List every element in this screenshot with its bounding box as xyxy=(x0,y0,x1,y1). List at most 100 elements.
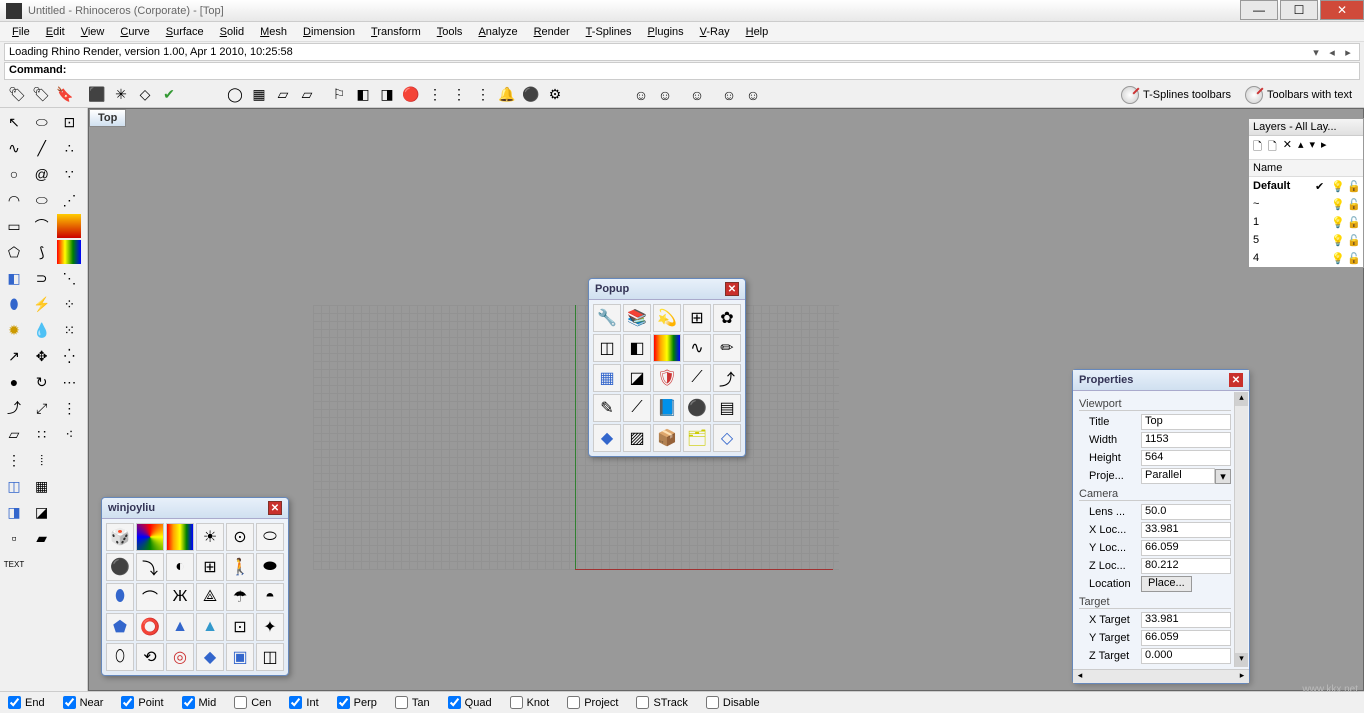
sel-icon[interactable]: ⊡ xyxy=(57,110,81,134)
wj-btn-9[interactable]: ◐ xyxy=(166,553,194,581)
popup-btn-12[interactable]: ◪ xyxy=(623,364,651,392)
ball-icon[interactable]: ⚫ xyxy=(520,84,542,106)
osnap-near[interactable]: Near xyxy=(63,696,104,709)
osnap-project[interactable]: Project xyxy=(567,696,618,709)
menu-solid[interactable]: Solid xyxy=(212,24,252,40)
wj-btn-4[interactable]: ☀ xyxy=(196,523,224,551)
plane2-icon[interactable]: ▱ xyxy=(296,84,318,106)
hscroll-left-icon[interactable]: ◂ xyxy=(1073,670,1087,683)
wj-btn-27[interactable]: ◎ xyxy=(166,643,194,671)
popup-btn-10[interactable]: ✏ xyxy=(713,334,741,362)
menu-plugins[interactable]: Plugins xyxy=(640,24,692,40)
popup-btn-5[interactable]: ✿ xyxy=(713,304,741,332)
solid2-icon[interactable]: ◪ xyxy=(30,500,54,524)
group3-icon[interactable]: ⋮ xyxy=(472,84,494,106)
text-icon[interactable]: TEXT xyxy=(2,552,26,576)
circle-icon[interactable]: ◯ xyxy=(224,84,246,106)
minimize-button[interactable]: — xyxy=(1240,0,1278,20)
face4-icon[interactable]: ☺ xyxy=(718,84,740,106)
osnap-point[interactable]: Point xyxy=(121,696,163,709)
popup-btn-19[interactable]: ⚫ xyxy=(683,394,711,422)
menu-transform[interactable]: Transform xyxy=(363,24,429,40)
osnap-end[interactable]: End xyxy=(8,696,45,709)
check-icon[interactable]: ✔ xyxy=(158,84,180,106)
menu-mesh[interactable]: Mesh xyxy=(252,24,295,40)
layer-row[interactable]: 5💡🔓 xyxy=(1249,231,1363,249)
gear-tool-icon[interactable]: ✹ xyxy=(2,318,26,342)
osnap-knot[interactable]: Knot xyxy=(510,696,550,709)
tsplines-toolbars-button[interactable]: T-Splines toolbars xyxy=(1115,84,1237,106)
dots2-icon[interactable]: ⦙ xyxy=(30,448,54,472)
wj-btn-17[interactable]: ☂ xyxy=(226,583,254,611)
pts7-icon[interactable]: ⁛ xyxy=(57,344,81,368)
wj-btn-5[interactable]: ⊙ xyxy=(226,523,254,551)
tool1-icon[interactable]: ▫ xyxy=(2,526,26,550)
circle-tool-icon[interactable]: ○ xyxy=(2,162,26,186)
arc2-icon[interactable]: ⌒ xyxy=(30,214,54,238)
wj-btn-16[interactable]: ⟁ xyxy=(196,583,224,611)
face5-icon[interactable]: ☺ xyxy=(742,84,764,106)
popup-btn-18[interactable]: 📘 xyxy=(653,394,681,422)
osnap-strack[interactable]: STrack xyxy=(636,696,687,709)
properties-header[interactable]: Properties ✕ xyxy=(1073,370,1249,391)
wj-btn-8[interactable]: ⤵ xyxy=(136,553,164,581)
lock-icon[interactable]: 🔓 xyxy=(1347,198,1359,211)
pts3-icon[interactable]: ⋰ xyxy=(57,188,81,212)
lock-icon[interactable]: 🔓 xyxy=(1347,180,1359,193)
tag2-icon[interactable]: 🏷 xyxy=(30,84,52,106)
command-line[interactable]: Command: xyxy=(4,62,1360,80)
group-icon[interactable]: ⋮ xyxy=(424,84,446,106)
plane-icon[interactable]: ▱ xyxy=(272,84,294,106)
osnap-tan[interactable]: Tan xyxy=(395,696,430,709)
wj-btn-1[interactable]: 🎲 xyxy=(106,523,134,551)
dots-icon[interactable]: ⋮ xyxy=(2,448,26,472)
wj-btn-7[interactable]: ⚫ xyxy=(106,553,134,581)
box-tool-icon[interactable]: ◧ xyxy=(2,266,26,290)
face1-icon[interactable]: ☺ xyxy=(630,84,652,106)
popup-btn-23[interactable]: 📦 xyxy=(653,424,681,452)
rotate-icon[interactable]: ↻ xyxy=(30,370,54,394)
prop-xtarget-value[interactable]: 33.981 xyxy=(1141,612,1231,628)
bolt-icon[interactable]: ⚡ xyxy=(30,292,54,316)
popup-btn-25[interactable]: ◇ xyxy=(713,424,741,452)
rect-icon[interactable]: ▭ xyxy=(2,214,26,238)
prop-ztarget-value[interactable]: 0.000 xyxy=(1141,648,1231,664)
pts8-icon[interactable]: ⋯ xyxy=(57,370,81,394)
osnap-quad[interactable]: Quad xyxy=(448,696,492,709)
scroll-down-icon[interactable]: ▾ xyxy=(1235,653,1248,667)
tag3-icon[interactable]: 🔖 xyxy=(54,84,76,106)
menu-edit[interactable]: Edit xyxy=(38,24,73,40)
rain-icon[interactable]: x xyxy=(57,240,81,264)
move-icon[interactable]: ✥ xyxy=(30,344,54,368)
srf-icon[interactable]: ▰ xyxy=(30,526,54,550)
popup-btn-22[interactable]: ▨ xyxy=(623,424,651,452)
prop-ytarget-value[interactable]: 66.059 xyxy=(1141,630,1231,646)
popup-close-icon[interactable]: ✕ xyxy=(725,282,739,296)
wj-btn-14[interactable]: ⌒ xyxy=(136,583,164,611)
diamond-icon[interactable]: ◇ xyxy=(134,84,156,106)
popup-btn-6[interactable]: ◫ xyxy=(593,334,621,362)
curve3-icon[interactable]: ⟆ xyxy=(30,240,54,264)
pts9-icon[interactable]: ⋮ xyxy=(57,396,81,420)
popup-btn-8[interactable] xyxy=(653,334,681,362)
wj-btn-6[interactable]: ⬭ xyxy=(256,523,284,551)
popup-btn-3[interactable]: 💫 xyxy=(653,304,681,332)
wj-btn-12[interactable]: ⬬ xyxy=(256,553,284,581)
properties-vscroll[interactable]: ▴▾ xyxy=(1234,392,1248,667)
layer-row[interactable]: 1💡🔓 xyxy=(1249,213,1363,231)
winjoy-close-icon[interactable]: ✕ xyxy=(268,501,282,515)
viewport-title[interactable]: Top xyxy=(89,109,126,127)
popup-btn-14[interactable]: ⟋ xyxy=(683,364,711,392)
wj-btn-26[interactable]: ⟲ xyxy=(136,643,164,671)
wj-btn-30[interactable]: ◫ xyxy=(256,643,284,671)
lasso-icon[interactable]: ⬭ xyxy=(30,110,54,134)
wj-btn-18[interactable]: ◓ xyxy=(256,583,284,611)
popup-btn-15[interactable]: ⤴ xyxy=(713,364,741,392)
pointer-icon[interactable]: ↖ xyxy=(2,110,26,134)
line-icon[interactable]: ╱ xyxy=(30,136,54,160)
wj-btn-15[interactable]: Ж xyxy=(166,583,194,611)
bulb-icon[interactable]: 💡 xyxy=(1331,216,1343,229)
wj-btn-23[interactable]: ⊡ xyxy=(226,613,254,641)
maximize-button[interactable]: ☐ xyxy=(1280,0,1318,20)
prop-height-value[interactable]: 564 xyxy=(1141,450,1231,466)
